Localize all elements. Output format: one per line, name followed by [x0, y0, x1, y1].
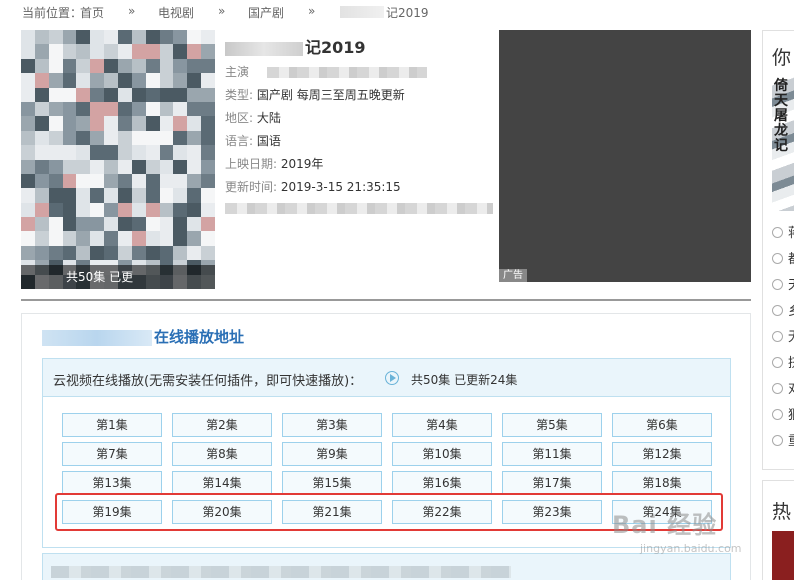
episode-button[interactable]: 第8集	[172, 442, 272, 466]
episode-button[interactable]: 第14集	[172, 471, 272, 495]
episode-button[interactable]: 第16集	[392, 471, 492, 495]
poster-caption: 共50集 已更	[21, 265, 215, 289]
ad-tag: 广告	[499, 269, 527, 282]
sidebar-list-item[interactable]: 狠	[772, 403, 794, 429]
release-date-row: 上映日期: 2019年	[225, 157, 324, 171]
play-circle-icon	[772, 331, 783, 342]
blurred-text	[225, 41, 303, 56]
type-row: 类型: 国产剧 每周三至周五晚更新	[225, 88, 405, 102]
sidebar-list-item[interactable]: 挤	[772, 351, 794, 377]
sidebar-hot-thumbnail[interactable]	[772, 531, 794, 580]
episode-count: 共50集 已更新24集	[411, 373, 518, 387]
play-circle-icon	[772, 409, 783, 420]
episode-button[interactable]: 第13集	[62, 471, 162, 495]
episode-button[interactable]: 第18集	[612, 471, 712, 495]
episodes-header: 云视频在线播放(无需安装任何插件，即可快速播放)： 共50集 已更新24集	[43, 359, 730, 397]
sidebar-list-item[interactable]: 无	[772, 325, 794, 351]
breadcrumb-separator: »	[128, 4, 136, 18]
play-circle-icon	[772, 435, 783, 446]
second-source-box	[42, 553, 731, 580]
sidebar-list-item[interactable]: 对	[772, 377, 794, 403]
show-poster[interactable]: 共50集 已更	[21, 30, 215, 289]
sidebar-list: 蒋都天乡无挤对狠重	[772, 221, 794, 455]
breadcrumb-separator: »	[218, 4, 226, 18]
blurred-text	[42, 329, 152, 346]
sidebar-list-item[interactable]: 蒋	[772, 221, 794, 247]
show-title: 记2019	[225, 34, 366, 58]
play-circle-icon	[772, 279, 783, 290]
cast-row: 主演	[225, 63, 427, 80]
right-sidebar-hot: 热	[762, 480, 794, 580]
episode-button[interactable]: 第5集	[502, 413, 602, 437]
divider	[21, 299, 751, 301]
watermark-url: jingyan.baidu.com	[640, 542, 742, 555]
ad-box[interactable]: 广告	[499, 30, 751, 282]
poster-mosaic	[21, 30, 215, 289]
play-icon	[385, 371, 399, 385]
blurred-row	[225, 201, 493, 215]
breadcrumb-tv-link[interactable]: 电视剧	[158, 4, 194, 21]
play-circle-icon	[772, 383, 783, 394]
right-sidebar: 你 倚天屠龙记 蒋都天乡无挤对狠重	[762, 30, 794, 470]
language-row: 语言: 国语	[225, 134, 281, 148]
episode-button[interactable]: 第4集	[392, 413, 492, 437]
sidebar-thumbnail[interactable]: 倚天屠龙记	[772, 75, 794, 211]
source-label: 云视频在线播放(无需安装任何插件，即可快速播放)：	[53, 374, 363, 389]
blurred-text	[225, 203, 493, 214]
episode-button[interactable]: 第6集	[612, 413, 712, 437]
play-circle-icon	[772, 357, 783, 368]
episode-button[interactable]: 第7集	[62, 442, 162, 466]
episode-button[interactable]: 第10集	[392, 442, 492, 466]
episode-button[interactable]: 第12集	[612, 442, 712, 466]
episode-button[interactable]: 第3集	[282, 413, 382, 437]
breadcrumb-blurred	[340, 6, 384, 18]
sidebar-header: 你	[772, 47, 792, 69]
panel-title: 在线播放地址	[42, 326, 244, 347]
episode-button[interactable]: 第1集	[62, 413, 162, 437]
breadcrumb-current: 记2019	[386, 6, 429, 20]
type-value: 国产剧 每周三至周五晚更新	[256, 88, 405, 102]
play-circle-icon	[772, 227, 783, 238]
breadcrumb-separator: »	[308, 4, 316, 18]
sidebar-list-item[interactable]: 乡	[772, 299, 794, 325]
watermark-logo: Bai 经验	[612, 511, 718, 539]
play-circle-icon	[772, 253, 783, 264]
breadcrumb-prefix: 当前位置：	[22, 6, 83, 20]
language-value: 国语	[256, 134, 281, 148]
sidebar-list-item[interactable]: 天	[772, 273, 794, 299]
blurred-text	[266, 67, 427, 78]
sidebar-header-hot: 热	[772, 501, 792, 523]
episode-button[interactable]: 第9集	[282, 442, 382, 466]
breadcrumb-home-link[interactable]: 首页	[80, 4, 104, 21]
episode-button[interactable]: 第11集	[502, 442, 602, 466]
sidebar-list-item[interactable]: 重	[772, 429, 794, 455]
update-time-value: 2019-3-15 21:35:15	[280, 180, 401, 194]
episode-button[interactable]: 第15集	[282, 471, 382, 495]
region-value: 大陆	[256, 111, 281, 125]
update-time-row: 更新时间: 2019-3-15 21:35:15	[225, 180, 401, 194]
play-circle-icon	[772, 305, 783, 316]
breadcrumb-domestic-link[interactable]: 国产剧	[248, 4, 284, 21]
episode-button[interactable]: 第17集	[502, 471, 602, 495]
sidebar-list-item[interactable]: 都	[772, 247, 794, 273]
episode-button[interactable]: 第2集	[172, 413, 272, 437]
region-row: 地区: 大陆	[225, 111, 281, 125]
release-date-value: 2019年	[280, 157, 324, 171]
blurred-text	[51, 566, 511, 578]
